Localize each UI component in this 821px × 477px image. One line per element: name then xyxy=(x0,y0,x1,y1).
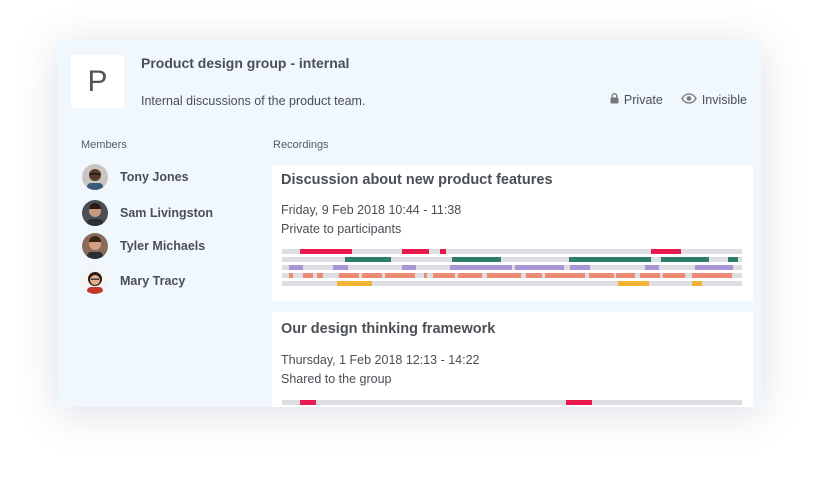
timeline-segment xyxy=(402,265,416,270)
timeline-segment xyxy=(695,265,733,270)
members-label: Members xyxy=(81,139,127,151)
timeline-segment xyxy=(487,273,521,278)
visibility-flag: Invisible xyxy=(681,93,747,107)
timeline-segment xyxy=(424,273,427,278)
recording-title: Discussion about new product features xyxy=(281,172,553,188)
timeline-track xyxy=(282,249,742,254)
timeline-segment xyxy=(339,273,359,278)
timeline-segment xyxy=(385,273,415,278)
timeline-segment xyxy=(333,265,348,270)
timeline-segment xyxy=(303,273,313,278)
member-name: Tyler Michaels xyxy=(120,239,206,253)
timeline-track xyxy=(282,400,742,405)
privacy-flag: Private xyxy=(610,93,663,107)
avatar xyxy=(82,200,108,226)
group-avatar: P xyxy=(71,55,124,108)
timeline-segment xyxy=(452,257,501,262)
timeline-segment xyxy=(645,265,659,270)
recording-sharing: Private to participants xyxy=(281,222,402,236)
group-avatar-letter: P xyxy=(87,64,108,98)
member-item[interactable]: Tyler Michaels xyxy=(82,233,205,259)
group-card: P Product design group - internal Intern… xyxy=(58,40,761,407)
avatar xyxy=(82,268,108,294)
recording-card[interactable]: Our design thinking framework Thursday, … xyxy=(272,312,753,407)
member-name: Mary Tracy xyxy=(120,274,186,288)
visibility-label: Invisible xyxy=(701,93,747,107)
timeline-segment xyxy=(545,273,585,278)
lock-icon xyxy=(610,93,619,107)
timeline-segment xyxy=(640,273,660,278)
timeline-segment xyxy=(692,273,732,278)
group-flags: Private Invisible xyxy=(610,93,747,107)
timeline-segment xyxy=(433,273,455,278)
recording-sharing: Shared to the group xyxy=(281,372,392,386)
recordings-label: Recordings xyxy=(273,139,329,151)
timeline-segment xyxy=(651,249,681,254)
recording-card[interactable]: Discussion about new product features Fr… xyxy=(272,165,753,301)
privacy-label: Private xyxy=(623,93,663,107)
group-description: Internal discussions of the product team… xyxy=(141,94,366,108)
timeline-segment xyxy=(402,249,429,254)
avatar xyxy=(82,164,108,190)
timeline-segment xyxy=(345,257,391,262)
timeline-segment xyxy=(300,249,352,254)
recording-date: Friday, 9 Feb 2018 10:44 - 11:38 xyxy=(281,203,462,217)
timeline-segment xyxy=(289,265,303,270)
timeline-segment xyxy=(337,281,372,286)
recording-timeline xyxy=(282,249,742,289)
timeline-segment xyxy=(589,273,614,278)
timeline-track xyxy=(282,265,742,270)
timeline-track xyxy=(282,273,742,278)
avatar xyxy=(82,233,108,259)
recording-date: Thursday, 1 Feb 2018 12:13 - 14:22 xyxy=(281,353,480,367)
eye-icon xyxy=(681,93,697,107)
timeline-segment xyxy=(566,400,592,405)
timeline-segment xyxy=(616,273,635,278)
timeline-segment xyxy=(618,281,649,286)
timeline-segment xyxy=(569,257,651,262)
group-title: Product design group - internal xyxy=(141,55,350,71)
timeline-segment xyxy=(661,257,709,262)
recording-title: Our design thinking framework xyxy=(281,321,496,337)
member-item[interactable]: Tony Jones xyxy=(82,164,189,190)
timeline-track xyxy=(282,281,742,286)
timeline-segment xyxy=(440,249,446,254)
member-name: Tony Jones xyxy=(120,170,189,184)
member-item[interactable]: Sam Livingston xyxy=(82,200,213,226)
timeline-segment xyxy=(570,265,590,270)
timeline-segment xyxy=(728,257,738,262)
timeline-segment xyxy=(526,273,542,278)
timeline-segment xyxy=(458,273,482,278)
timeline-segment xyxy=(300,400,316,405)
timeline-segment xyxy=(692,281,702,286)
timeline-segment xyxy=(450,265,512,270)
timeline-track xyxy=(282,257,742,262)
timeline-segment xyxy=(362,273,382,278)
timeline-segment xyxy=(515,265,564,270)
recording-timeline xyxy=(282,400,742,407)
member-item[interactable]: Mary Tracy xyxy=(82,268,185,294)
member-name: Sam Livingston xyxy=(120,206,214,220)
timeline-segment xyxy=(317,273,323,278)
timeline-segment xyxy=(663,273,685,278)
timeline-segment xyxy=(289,273,293,278)
